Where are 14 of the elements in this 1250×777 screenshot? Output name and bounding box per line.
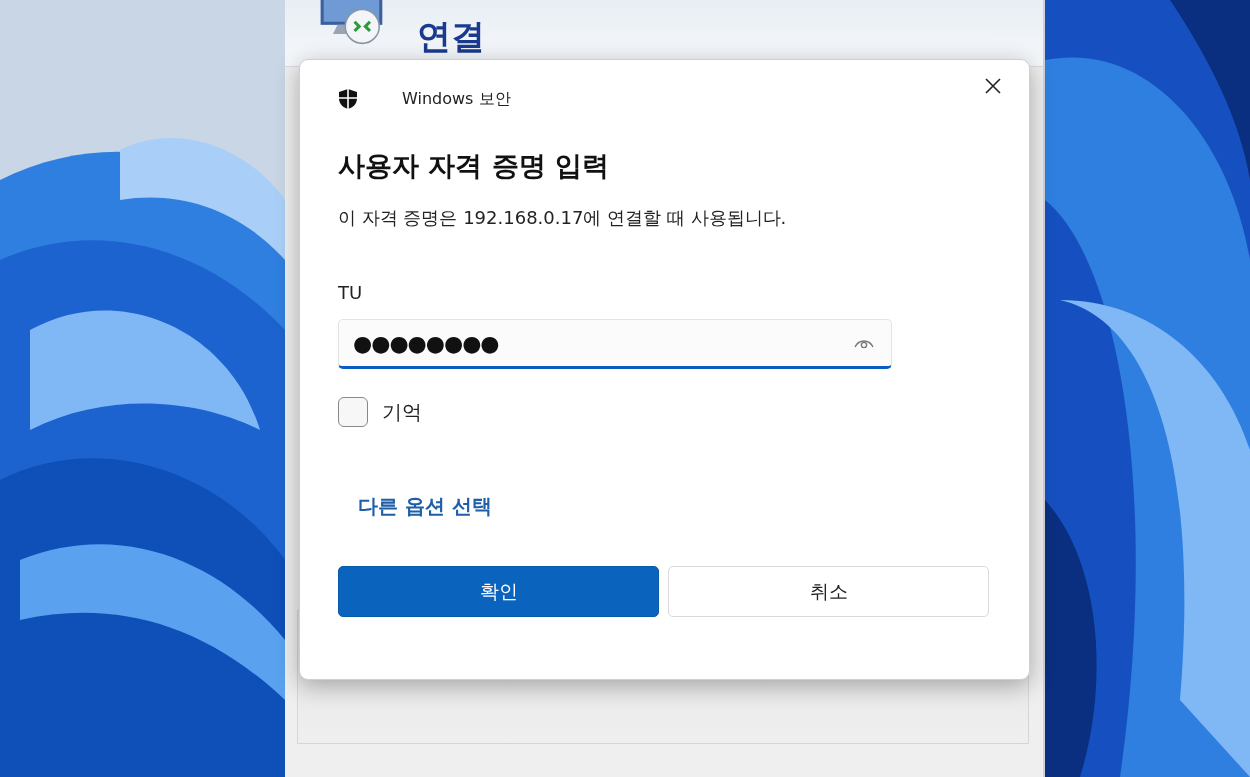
more-options-link[interactable]: 다른 옵션 선택 [358, 493, 492, 520]
ok-button[interactable]: 확인 [338, 566, 659, 617]
password-field[interactable]: ●●●●●●●● [338, 319, 892, 369]
dialog-app-name: Windows 보안 [402, 88, 512, 110]
close-icon[interactable] [985, 78, 1001, 94]
remember-checkbox[interactable] [338, 397, 368, 427]
remember-label: 기억 [382, 398, 422, 426]
username-label: TU [338, 282, 364, 303]
eye-icon[interactable] [854, 337, 874, 349]
dialog-description: 이 자격 증명은 192.168.0.17에 연결할 때 사용됩니다. [338, 206, 788, 230]
window-title: 연결 [417, 16, 485, 57]
shield-icon [338, 88, 358, 110]
dialog-heading: 사용자 자격 증명 입력 [338, 149, 611, 183]
cancel-button[interactable]: 취소 [668, 566, 989, 617]
